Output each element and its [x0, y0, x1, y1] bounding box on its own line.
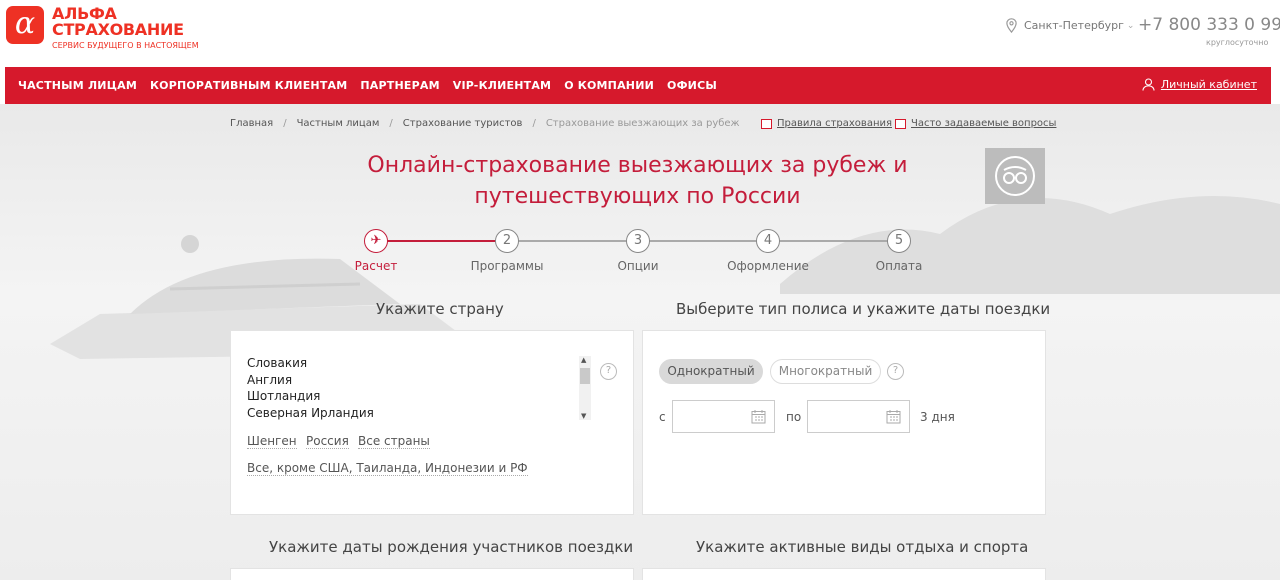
step-label: Оформление: [727, 259, 809, 273]
breadcrumb-separator: /: [389, 118, 393, 129]
faq-label: Часто задаваемые вопросы: [911, 118, 1057, 129]
site-header: α АЛЬФА СТРАХОВАНИЕ СЕРВИС БУДУЩЕГО В НА…: [0, 0, 1280, 66]
country-option[interactable]: Словакия: [247, 355, 592, 372]
user-icon: [1142, 78, 1155, 91]
quick-schengen[interactable]: Шенген: [247, 434, 297, 449]
nav-item-private[interactable]: ЧАСТНЫМ ЛИЦАМ: [18, 79, 137, 92]
help-icon[interactable]: ?: [887, 363, 904, 380]
rules-label: Правила страхования: [777, 118, 892, 129]
birth-panel: [230, 568, 634, 580]
country-option[interactable]: Северная Ирландия: [247, 405, 592, 422]
country-listbox[interactable]: Словакия Англия Шотландия Северная Ирлан…: [247, 355, 592, 421]
step-programs[interactable]: 2 Программы: [457, 229, 557, 273]
nav-item-vip[interactable]: VIP-КЛИЕНТАМ: [453, 79, 551, 92]
step-number: 3: [626, 229, 650, 253]
multi-trip-toggle[interactable]: Многократный: [770, 359, 881, 384]
date-from-label: с: [659, 410, 666, 424]
city-name: Санкт-Петербург: [1024, 19, 1124, 32]
nav-item-partners[interactable]: ПАРТНЕРАМ: [360, 79, 439, 92]
document-icon: [761, 118, 772, 129]
nav-item-offices[interactable]: ОФИСЫ: [667, 79, 717, 92]
tripadvisor-badge[interactable]: [985, 148, 1045, 204]
step-number: 2: [495, 229, 519, 253]
sport-panel: [642, 568, 1046, 580]
faq-link[interactable]: Часто задаваемые вопросы: [895, 118, 1056, 129]
date-to-input[interactable]: [807, 400, 910, 433]
step-payment[interactable]: 5 Оплата: [849, 229, 949, 273]
breadcrumb-current: Страхование выезжающих за рубеж: [545, 118, 740, 129]
logo-mark: α: [6, 6, 44, 44]
calendar-icon[interactable]: [751, 409, 766, 424]
step-number: 4: [756, 229, 780, 253]
breadcrumb-private[interactable]: Частным лицам: [297, 118, 380, 129]
birth-section-title: Укажите даты рождения участников поездки: [269, 538, 634, 556]
document-icon: [895, 118, 906, 129]
quick-all-countries[interactable]: Все страны: [358, 434, 430, 449]
logo[interactable]: α АЛЬФА СТРАХОВАНИЕ СЕРВИС БУДУЩЕГО В НА…: [6, 6, 199, 50]
scrollbar-thumb[interactable]: [580, 368, 590, 384]
breadcrumb-home[interactable]: Главная: [230, 118, 273, 129]
page-title: Онлайн-страхование выезжающих за рубеж и…: [310, 150, 965, 212]
phone-number[interactable]: +7 800 333 0 999: [1138, 15, 1280, 35]
rules-link[interactable]: Правила страхования: [761, 118, 892, 129]
nav-item-about[interactable]: О КОМПАНИИ: [564, 79, 654, 92]
quick-all-except[interactable]: Все, кроме США, Таиланда, Индонезии и РФ: [247, 461, 528, 476]
policy-section-title: Выберите тип полиса и укажите даты поезд…: [676, 300, 1051, 318]
date-from-input[interactable]: [672, 400, 775, 433]
date-to-label: по: [786, 410, 802, 424]
sport-section-title: Укажите активные виды отдыха и спорта: [696, 538, 1029, 556]
page-title-line1: Онлайн-страхование выезжающих за рубеж и: [367, 153, 908, 178]
step-calculation[interactable]: ✈ Расчет: [326, 229, 426, 273]
step-label: Программы: [470, 259, 544, 273]
step-registration[interactable]: 4 Оформление: [718, 229, 818, 273]
phone-note: круглосуточно: [1206, 38, 1269, 47]
personal-cabinet-link[interactable]: Личный кабинет: [1142, 78, 1257, 91]
location-pin-icon: [1006, 18, 1017, 33]
chevron-down-icon: ⌄: [1126, 20, 1135, 31]
step-options[interactable]: 3 Опции: [588, 229, 688, 273]
logo-line2: СТРАХОВАНИЕ: [52, 20, 184, 39]
scroll-up-icon[interactable]: ▲: [581, 356, 586, 364]
step-label: Расчет: [354, 259, 398, 273]
breadcrumb: Главная / Частным лицам / Страхование ту…: [230, 118, 750, 129]
quick-russia[interactable]: Россия: [306, 434, 349, 449]
breadcrumb-separator: /: [532, 118, 536, 129]
step-label: Опции: [617, 259, 659, 273]
breadcrumb-tourists[interactable]: Страхование туристов: [403, 118, 523, 129]
page-title-line2: путешествующих по России: [474, 184, 801, 209]
step-label: Оплата: [875, 259, 923, 273]
breadcrumb-separator: /: [283, 118, 287, 129]
step-number: 5: [887, 229, 911, 253]
calendar-icon[interactable]: [886, 409, 901, 424]
cabinet-label: Личный кабинет: [1160, 78, 1257, 91]
country-section-title: Укажите страну: [376, 300, 504, 318]
country-option[interactable]: Англия: [247, 372, 592, 389]
nav-item-corporate[interactable]: КОРПОРАТИВНЫМ КЛИЕНТАМ: [150, 79, 347, 92]
logo-tagline: СЕРВИС БУДУЩЕГО В НАСТОЯЩЕМ: [52, 41, 199, 50]
city-selector[interactable]: Санкт-Петербург ⌄: [1006, 18, 1134, 33]
help-icon[interactable]: ?: [600, 363, 617, 380]
scroll-down-icon[interactable]: ▼: [581, 412, 586, 420]
country-scrollbar[interactable]: ▲ ▼: [579, 356, 591, 420]
single-trip-toggle[interactable]: Однократный: [659, 359, 763, 384]
main-nav: ЧАСТНЫМ ЛИЦАМ КОРПОРАТИВНЫМ КЛИЕНТАМ ПАР…: [5, 67, 1271, 104]
owl-icon: [995, 156, 1035, 196]
plane-icon: ✈: [364, 229, 388, 253]
trip-duration: 3 дня: [920, 410, 955, 424]
country-option[interactable]: Шотландия: [247, 388, 592, 405]
